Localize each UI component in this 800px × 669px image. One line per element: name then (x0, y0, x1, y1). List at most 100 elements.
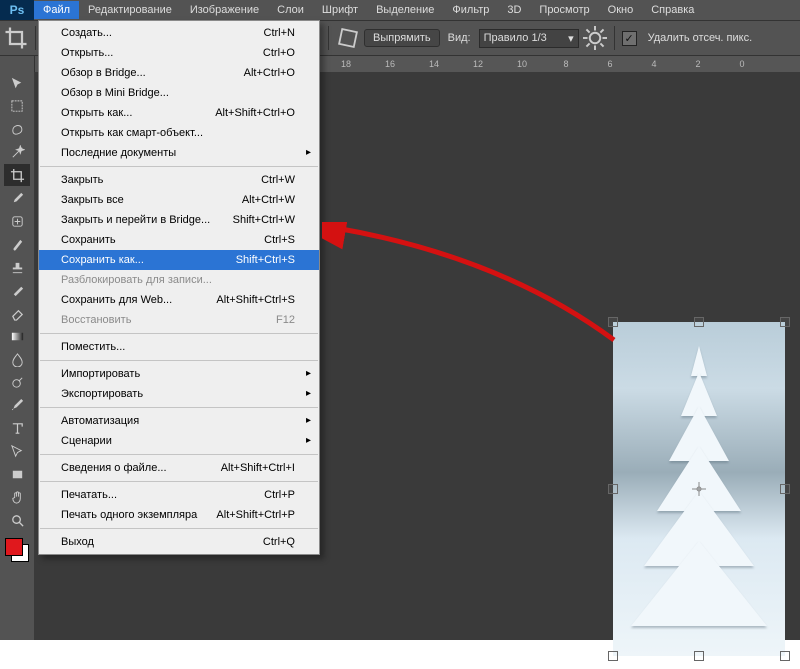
menu-item[interactable]: Сохранить для Web...Alt+Shift+Ctrl+S (39, 290, 319, 310)
tool-move[interactable] (4, 72, 30, 94)
menu-item-shortcut: Alt+Shift+Ctrl+P (216, 508, 295, 522)
menu-item-3d[interactable]: 3D (498, 1, 530, 19)
straighten-button[interactable]: Выпрямить (364, 29, 440, 47)
menu-item[interactable]: ЗакрытьCtrl+W (39, 170, 319, 190)
menu-item[interactable]: Обзор в Mini Bridge... (39, 83, 319, 103)
tool-eraser[interactable] (4, 302, 30, 324)
menu-item-label: Открыть как смарт-объект... (61, 126, 203, 140)
menu-item[interactable]: Открыть как смарт-объект... (39, 123, 319, 143)
tool-blur[interactable] (4, 348, 30, 370)
tool-stamp[interactable] (4, 256, 30, 278)
menu-item-шрифт[interactable]: Шрифт (313, 1, 367, 19)
gear-icon[interactable] (583, 26, 607, 50)
transform-handle[interactable] (780, 651, 790, 661)
menu-item-label: Сохранить как... (61, 253, 144, 267)
menu-item[interactable]: Открыть...Ctrl+O (39, 43, 319, 63)
ruler-tick: 12 (456, 59, 500, 69)
tool-history[interactable] (4, 279, 30, 301)
menu-item-shortcut: Alt+Shift+Ctrl+O (215, 106, 295, 120)
menu-separator (40, 360, 318, 361)
transform-handle[interactable] (780, 317, 790, 327)
view-select[interactable]: Правило 1/3 ▾ (479, 29, 579, 48)
transform-handle[interactable] (608, 651, 618, 661)
menu-item-label: Автоматизация (61, 414, 139, 428)
transform-handle[interactable] (608, 317, 618, 327)
menu-item-справка[interactable]: Справка (642, 1, 703, 19)
menu-item-label: Сохранить (61, 233, 116, 247)
menu-item[interactable]: Печать одного экземпляраAlt+Shift+Ctrl+P (39, 505, 319, 525)
menu-item[interactable]: ВыходCtrl+Q (39, 532, 319, 552)
menu-item-shortcut: Alt+Shift+Ctrl+I (221, 461, 295, 475)
menu-item-окно[interactable]: Окно (599, 1, 643, 19)
tool-lasso[interactable] (4, 118, 30, 140)
menu-separator (40, 407, 318, 408)
menu-item-shortcut: Alt+Ctrl+W (242, 193, 295, 207)
menu-item[interactable]: Поместить... (39, 337, 319, 357)
rotate-icon[interactable] (336, 26, 360, 50)
menu-separator (40, 454, 318, 455)
menu-item-label: Закрыть и перейти в Bridge... (61, 213, 210, 227)
tool-pen[interactable] (4, 394, 30, 416)
divider (35, 26, 36, 50)
tool-hand[interactable] (4, 486, 30, 508)
tool-rect[interactable] (4, 463, 30, 485)
menu-item[interactable]: СохранитьCtrl+S (39, 230, 319, 250)
menu-item-слои[interactable]: Слои (268, 1, 313, 19)
menu-item[interactable]: Открыть как... Alt+Shift+Ctrl+O (39, 103, 319, 123)
crop-tool-icon[interactable] (4, 26, 28, 50)
menu-item-shortcut: Shift+Ctrl+W (233, 213, 295, 227)
menu-item[interactable]: Сохранить как...Shift+Ctrl+S (39, 250, 319, 270)
menu-item[interactable]: Последние документы (39, 143, 319, 163)
menu-item[interactable]: Сведения о файле...Alt+Shift+Ctrl+I (39, 458, 319, 478)
tool-zoom[interactable] (4, 509, 30, 531)
menu-item-shortcut: Ctrl+O (263, 46, 295, 60)
delete-crop-checkbox[interactable]: ✓ (622, 31, 637, 46)
ruler-tick: 14 (412, 59, 456, 69)
menu-item[interactable]: Автоматизация (39, 411, 319, 431)
menu-item[interactable]: Экспортировать (39, 384, 319, 404)
image-transform-frame[interactable] (613, 322, 785, 656)
app-window: Ps ФайлРедактированиеИзображениеСлоиШриф… (0, 0, 800, 640)
tool-dodge[interactable] (4, 371, 30, 393)
menu-item-label: Обзор в Bridge... (61, 66, 146, 80)
tool-wand[interactable] (4, 141, 30, 163)
transform-handle[interactable] (608, 484, 618, 494)
tools-panel (0, 56, 35, 640)
menu-item-фильтр[interactable]: Фильтр (443, 1, 498, 19)
menu-item-просмотр[interactable]: Просмотр (530, 1, 598, 19)
menu-item-изображение[interactable]: Изображение (181, 1, 268, 19)
menu-item-label: Закрыть (61, 173, 103, 187)
menu-item[interactable]: Сценарии (39, 431, 319, 451)
transform-center-icon[interactable] (692, 482, 706, 496)
menu-item[interactable]: Закрыть и перейти в Bridge... Shift+Ctrl+… (39, 210, 319, 230)
tool-gradient[interactable] (4, 325, 30, 347)
menu-item-shortcut: Ctrl+N (264, 26, 295, 40)
chevron-down-icon: ▾ (568, 32, 574, 45)
tool-path[interactable] (4, 440, 30, 462)
tool-heal[interactable] (4, 210, 30, 232)
menu-item-редактирование[interactable]: Редактирование (79, 1, 181, 19)
tool-marquee[interactable] (4, 95, 30, 117)
transform-handle[interactable] (694, 651, 704, 661)
tool-crop[interactable] (4, 164, 30, 186)
menu-item[interactable]: Печатать...Ctrl+P (39, 485, 319, 505)
color-swatches[interactable] (5, 538, 29, 562)
transform-handle[interactable] (694, 317, 704, 327)
menu-item[interactable]: Обзор в Bridge...Alt+Ctrl+O (39, 63, 319, 83)
tool-brush[interactable] (4, 233, 30, 255)
menu-item-label: Открыть как... (61, 106, 132, 120)
tool-type[interactable] (4, 417, 30, 439)
transform-handle[interactable] (780, 484, 790, 494)
menu-item-выделение[interactable]: Выделение (367, 1, 443, 19)
menu-item-файл[interactable]: Файл (34, 1, 79, 19)
ruler-tick: 4 (632, 59, 676, 69)
ruler-tick: 2 (676, 59, 720, 69)
view-select-value: Правило 1/3 (484, 32, 547, 44)
menu-item[interactable]: Создать...Ctrl+N (39, 23, 319, 43)
delete-crop-label: Удалить отсеч. пикс. (644, 32, 757, 44)
menu-item[interactable]: Закрыть всеAlt+Ctrl+W (39, 190, 319, 210)
menu-item[interactable]: Импортировать (39, 364, 319, 384)
ruler-tick: 16 (368, 59, 412, 69)
tool-eyedrop[interactable] (4, 187, 30, 209)
foreground-swatch[interactable] (5, 538, 23, 556)
